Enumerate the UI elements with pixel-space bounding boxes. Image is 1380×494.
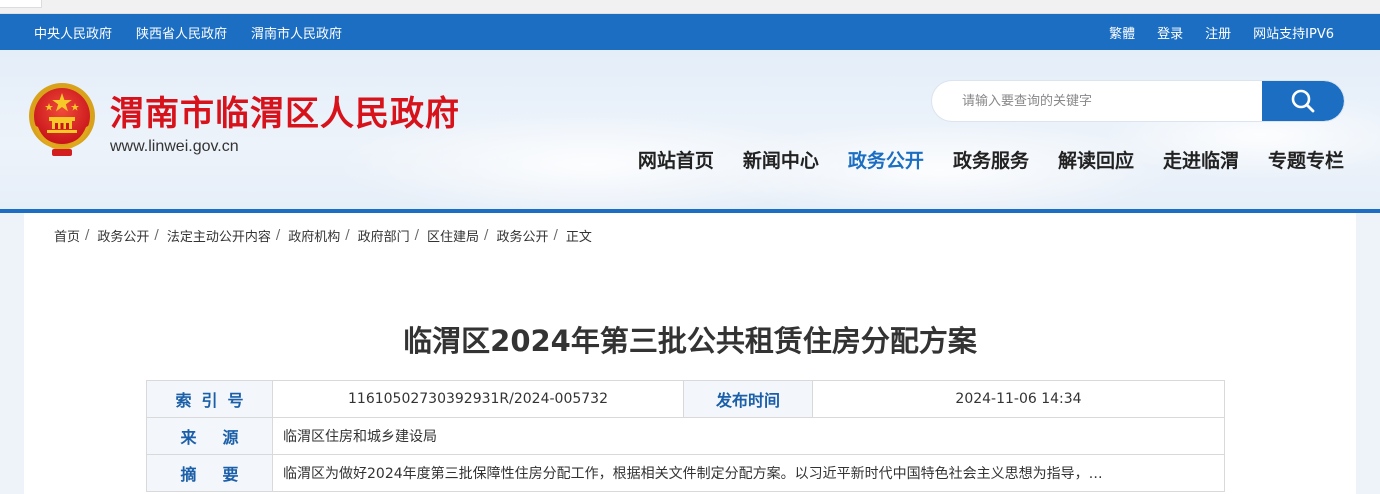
table-row: 来源 临渭区住房和城乡建设局 (146, 417, 1225, 455)
source-label: 来源 (146, 417, 273, 455)
source-value: 临渭区住房和城乡建设局 (272, 417, 1225, 455)
index-number-label: 索引号 (146, 380, 273, 418)
ipv6-support-link[interactable]: 网站支持IPV6 (1253, 23, 1334, 42)
search-input[interactable] (932, 81, 1262, 121)
top-bar-gov-links: 中央人民政府 陕西省人民政府 渭南市人民政府 (34, 14, 366, 50)
table-row: 索引号 11610502730392931R/2024-005732 发布时间 … (146, 380, 1225, 418)
table-row: 摘要 临渭区为做好2024年度第三批保障性住房分配工作，根据相关文件制定分配方案… (146, 454, 1225, 492)
nav-news-center[interactable]: 新闻中心 (743, 146, 819, 173)
search-button[interactable] (1262, 81, 1344, 121)
breadcrumb-item-statutory-disclosure[interactable]: 法定主动公开内容 (167, 226, 271, 245)
search-box (932, 81, 1344, 121)
breadcrumb-item-government-agencies[interactable]: 政府机构 (288, 226, 340, 245)
nav-about-linwei[interactable]: 走进临渭 (1163, 146, 1239, 173)
breadcrumb-item-home[interactable]: 首页 (54, 226, 80, 245)
breadcrumb-item-government-affairs[interactable]: 政务公开 (97, 226, 149, 245)
article-meta-table: 索引号 11610502730392931R/2024-005732 发布时间 … (146, 380, 1225, 492)
link-central-government[interactable]: 中央人民政府 (34, 23, 112, 42)
top-bar-user-links: 繁體 登录 注册 网站支持IPV6 (1087, 14, 1334, 50)
browser-tab-strip (0, 0, 1380, 14)
nav-interpretation[interactable]: 解读回应 (1058, 146, 1134, 173)
search-icon (1291, 89, 1315, 113)
summary-label: 摘要 (146, 454, 273, 492)
site-title[interactable]: 渭南市临渭区人民政府 (110, 86, 460, 135)
breadcrumb-item-housing-bureau[interactable]: 区住建局 (427, 226, 479, 245)
traditional-chinese-link[interactable]: 繁體 (1109, 23, 1135, 42)
national-emblem-icon (29, 83, 95, 156)
link-weinan-government[interactable]: 渭南市人民政府 (251, 23, 342, 42)
publish-time-value: 2024-11-06 14:34 (812, 380, 1225, 418)
breadcrumb-item-government-departments[interactable]: 政府部门 (358, 226, 410, 245)
login-link[interactable]: 登录 (1157, 23, 1183, 42)
article-title: 临渭区2024年第三批公共租赁住房分配方案 (403, 324, 977, 358)
breadcrumb: 首页 / 政务公开 / 法定主动公开内容 / 政府机构 / 政府部门 / 区住建局 / 政务… (54, 226, 592, 245)
nav-government-affairs[interactable]: 政务公开 (848, 146, 924, 173)
browser-tab[interactable] (0, 0, 42, 8)
register-link[interactable]: 注册 (1205, 23, 1231, 42)
top-bar: 中央人民政府 陕西省人民政府 渭南市人民政府 繁體 登录 注册 网站支持IPV6 (0, 14, 1380, 50)
index-number-value: 11610502730392931R/2024-005732 (272, 380, 684, 418)
breadcrumb-item-bureau-affairs[interactable]: 政务公开 (496, 226, 548, 245)
nav-government-services[interactable]: 政务服务 (953, 146, 1029, 173)
link-shaanxi-government[interactable]: 陕西省人民政府 (136, 23, 227, 42)
summary-value: 临渭区为做好2024年度第三批保障性住房分配工作，根据相关文件制定分配方案。以习… (272, 454, 1225, 492)
publish-time-label: 发布时间 (683, 380, 813, 418)
main-navigation: 网站首页 新闻中心 政务公开 政务服务 解读回应 走进临渭 专题专栏 (609, 146, 1344, 173)
breadcrumb-item-current: 正文 (565, 230, 592, 245)
nav-special-topics[interactable]: 专题专栏 (1268, 146, 1344, 173)
nav-home[interactable]: 网站首页 (638, 146, 714, 173)
site-url: www.linwei.gov.cn (110, 138, 239, 155)
